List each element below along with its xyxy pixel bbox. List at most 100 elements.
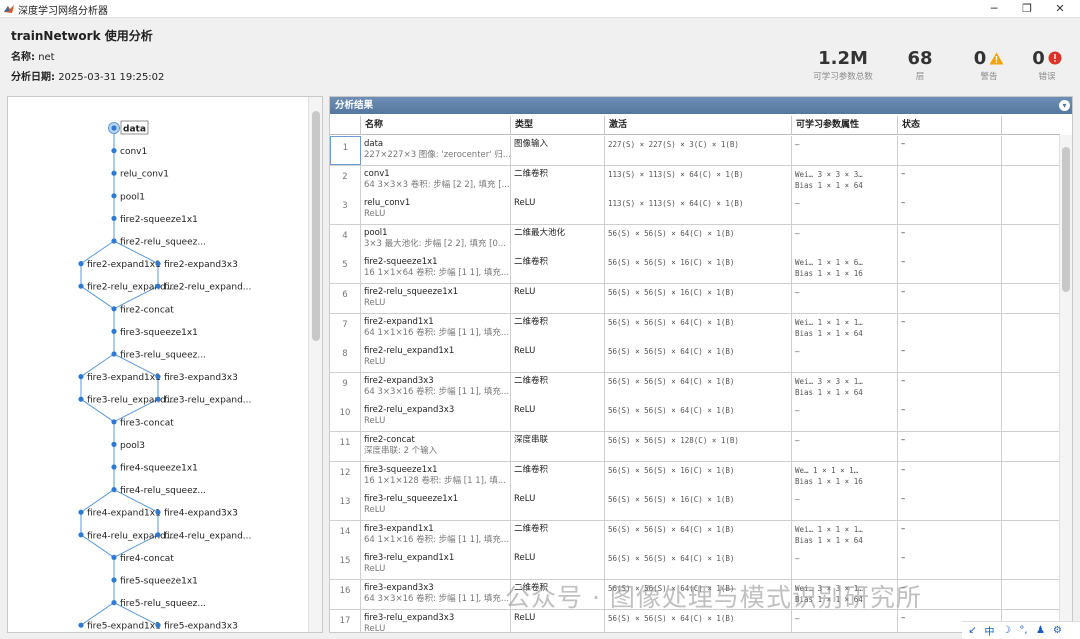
layer-name: fire3-expand1x1 (364, 523, 434, 534)
learnable-bias: Bias 1 × 1 × 64 (795, 535, 863, 545)
graph-node[interactable]: fire5-expand1x1 (78, 622, 161, 632)
graph-node[interactable]: fire3-relu_squeez... (111, 351, 206, 361)
graph-node[interactable]: fire5-squeeze1x1 (111, 577, 198, 587)
layer-description: ReLU (364, 416, 386, 427)
node-dot (111, 419, 117, 425)
resize-icon[interactable]: ↙ (966, 625, 979, 636)
column-header[interactable]: 激活 (605, 116, 792, 135)
table-row[interactable]: 14 fire3-expand1x1 64 1×1×16 卷积: 步幅 [1 1],… (330, 520, 1060, 551)
warning-icon (989, 52, 1004, 65)
node-label: fire2-relu_expand... (87, 283, 174, 293)
graph-node[interactable]: fire4-expand1x1 (78, 509, 161, 519)
graph-node[interactable]: pool3 (111, 441, 145, 451)
page-title: trainNetwork 使用分析 (11, 29, 153, 43)
graph-node[interactable]: pool1 (111, 192, 145, 202)
table-row[interactable]: 11 fire2-concat 深度串联: 2 个输入 深度串联 56(S) × 56(… (330, 432, 1060, 462)
table-row[interactable]: 13 fire3-relu_squeeze1x1 ReLU ReLU 56(S) × 5… (330, 491, 1060, 522)
network-graph[interactable]: data conv1 relu_conv1 pool1 fire2-squeeze1x1… (8, 97, 308, 632)
layer-name-cell: fire2-squeeze1x1 16 1×1×64 卷积: 步幅 [1 1], … (361, 254, 511, 284)
table-row[interactable]: 5 fire2-squeeze1x1 16 1×1×64 卷积: 步幅 [1 1],… (330, 254, 1060, 285)
graph-node[interactable]: fire2-expand1x1 (78, 260, 161, 270)
layer-type: ReLU (511, 491, 605, 521)
graph-node[interactable]: conv1 (111, 147, 147, 157)
table-row[interactable]: 9 fire2-expand3x3 64 3×3×16 卷积: 步幅 [1 1], … (330, 372, 1060, 403)
activation-cell: 56(S) × 56(S) × 64(C) × 1(B) (605, 402, 792, 432)
user-icon[interactable]: ♟ (1034, 625, 1047, 636)
table-row[interactable]: 7 fire2-expand1x1 64 1×1×16 卷积: 步幅 [1 1], … (330, 313, 1060, 344)
table-row[interactable]: 8 fire2-relu_expand1x1 ReLU ReLU 56(S) × 56(… (330, 343, 1060, 374)
learnable-bias: Bias 1 × 1 × 64 (795, 180, 863, 190)
row-index: 2 (330, 165, 361, 195)
column-header[interactable]: 可学习参数属性 (792, 116, 898, 135)
analysis-date: 分析日期: 2025-03-31 19:25:02 (11, 68, 164, 83)
stat-layers: 68 层 (900, 49, 940, 83)
layer-name-cell: fire2-relu_expand3x3 ReLU (361, 402, 511, 432)
graph-node[interactable]: data (108, 120, 149, 135)
graph-node[interactable]: fire3-concat (111, 418, 174, 428)
column-header[interactable]: 状态 (898, 116, 1002, 135)
table-scrollbar-thumb[interactable] (1062, 147, 1070, 292)
graph-scrollbar-thumb[interactable] (312, 111, 320, 341)
close-button[interactable]: ✕ (1043, 0, 1077, 17)
learnables-cell: – (792, 432, 898, 461)
learnables-cell: – (792, 402, 898, 432)
graph-node[interactable]: fire5-relu_squeez... (111, 599, 206, 609)
layer-description: ReLU (364, 209, 386, 220)
layer-type: 深度串联 (511, 432, 605, 461)
learnable-weights: We… 1 × 1 × 1… (795, 465, 859, 475)
graph-node[interactable]: fire4-expand3x3 (155, 509, 238, 519)
punctuation-icon[interactable]: °, (1017, 625, 1030, 636)
graph-node[interactable]: fire3-expand1x1 (78, 373, 161, 383)
graph-node[interactable]: fire2-squeeze1x1 (111, 215, 198, 225)
graph-node[interactable]: fire2-relu_expand... (155, 283, 251, 293)
activation-size: 113(S) × 113(S) × 64(C) × 1(B) (608, 199, 744, 209)
table-row[interactable]: 1 data 227×227×3 图像: 'zerocenter' 归... 图像输入… (330, 136, 1060, 166)
graph-node[interactable]: fire3-expand3x3 (155, 373, 238, 383)
column-header[interactable]: 名称 (361, 116, 511, 135)
graph-node[interactable]: fire5-expand3x3 (155, 622, 238, 632)
layer-name: fire3-squeeze1x1 (364, 464, 438, 475)
graph-node[interactable]: fire2-relu_squeez... (111, 238, 206, 248)
table-row[interactable]: 15 fire3-relu_expand1x1 ReLU ReLU 56(S) × 56… (330, 550, 1060, 581)
node-dot (111, 328, 117, 334)
column-header[interactable]: 类型 (511, 116, 605, 135)
graph-node[interactable]: relu_conv1 (111, 170, 169, 180)
activation-size: 56(S) × 56(S) × 64(C) × 1(B) (608, 406, 735, 416)
settings-icon[interactable]: ⚙ (1051, 625, 1064, 636)
table-row[interactable]: 6 fire2-relu_squeeze1x1 ReLU ReLU 56(S) × 56… (330, 284, 1060, 314)
layer-name: fire3-relu_squeeze1x1 (364, 494, 459, 505)
analysis-results-panel: 分析结果 ▾ 名称 类型 激活 可学习参数属性 状态 1 data 227×227×3 图像:… (329, 96, 1073, 633)
learnables-cell: Wei… 1 × 1 × 6… Bias 1 × 1 × 16 (792, 254, 898, 284)
learnables-cell: – (792, 136, 898, 165)
graph-node[interactable]: fire4-concat (111, 554, 174, 564)
graph-node[interactable]: fire3-squeeze1x1 (111, 328, 198, 338)
table-row[interactable]: 10 fire2-relu_expand3x3 ReLU ReLU 56(S) × 56… (330, 402, 1060, 433)
node-label: conv1 (120, 147, 147, 157)
layer-state: – (898, 165, 1002, 195)
activation-size: 56(S) × 56(S) × 64(C) × 1(B) (608, 524, 735, 534)
graph-scrollbar[interactable] (308, 97, 322, 632)
table-row[interactable]: 12 fire3-squeeze1x1 16 1×1×128 卷积: 步幅 [1 1… (330, 461, 1060, 492)
graph-node[interactable]: fire2-concat (111, 305, 174, 315)
graph-node[interactable]: fire4-relu_squeez... (111, 486, 206, 496)
moon-icon[interactable]: ☽ (1000, 625, 1013, 636)
layer-type: 二维最大池化 (511, 224, 605, 254)
table-scrollbar[interactable] (1059, 135, 1072, 632)
layer-description: 64 1×1×16 卷积: 步幅 [1 1], 填充... (364, 327, 510, 338)
layer-name-cell: pool1 3×3 最大池化: 步幅 [2 2], 填充 [0... (361, 224, 511, 254)
ime-chinese-icon[interactable]: 中 (983, 623, 996, 638)
table-row[interactable]: 3 relu_conv1 ReLU ReLU 113(S) × 113(S) × 64(… (330, 195, 1060, 226)
layer-description: 16 1×1×64 卷积: 步幅 [1 1], 填充... (364, 268, 510, 279)
graph-node[interactable]: fire4-relu_expand... (155, 531, 251, 541)
activation-cell: 113(S) × 113(S) × 64(C) × 1(B) (605, 195, 792, 225)
maximize-button[interactable]: ❐ (1010, 0, 1044, 17)
layer-description: 64 1×1×16 卷积: 步幅 [1 1], 填充... (364, 534, 510, 545)
graph-node[interactable]: fire2-expand3x3 (155, 260, 238, 270)
graph-node[interactable]: fire4-squeeze1x1 (111, 464, 198, 474)
table-row[interactable]: 4 pool1 3×3 最大池化: 步幅 [2 2], 填充 [0... 二维最大池化… (330, 224, 1060, 255)
learnable-weights: – (795, 140, 800, 149)
collapse-icon[interactable]: ▾ (1059, 100, 1070, 111)
graph-node[interactable]: fire3-relu_expand... (155, 396, 251, 406)
table-row[interactable]: 2 conv1 64 3×3×3 卷积: 步幅 [2 2], 填充 [... 二维卷积… (330, 165, 1060, 196)
minimize-button[interactable]: ─ (977, 0, 1011, 17)
